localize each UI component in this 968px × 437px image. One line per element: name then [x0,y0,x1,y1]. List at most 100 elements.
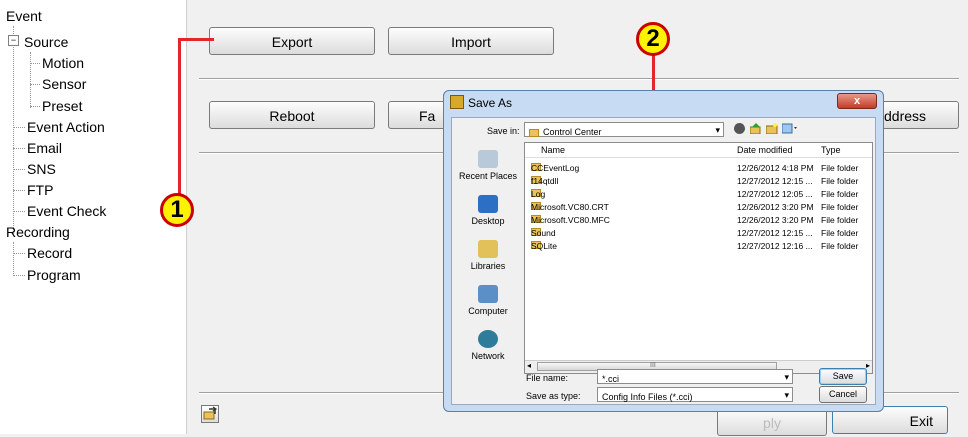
callout-badge-1: 1 [160,193,194,227]
place-label: Computer [468,306,508,316]
dialog-title: Save As [468,96,513,110]
tree-connector [30,106,40,107]
file-type: File folder [821,215,859,225]
callout-connector [178,38,181,198]
libraries-icon [478,240,498,258]
place-libraries[interactable]: Libraries [456,240,520,271]
file-name: Sound [531,228,556,238]
column-header-date[interactable]: Date modified [737,145,793,155]
tree-item-event-action[interactable]: Event Action [27,119,105,135]
column-header-type[interactable]: Type [821,145,841,155]
file-name-label: File name: [526,373,569,383]
address-button[interactable]: ddress [875,101,959,129]
tree-item-event[interactable]: Event [6,8,42,24]
tree-item-motion[interactable]: Motion [42,55,84,71]
tree-item-ftp[interactable]: FTP [27,182,53,198]
file-date: 12/27/2012 12:16 ... [737,241,813,251]
tree-item-sensor[interactable]: Sensor [42,76,86,92]
place-computer[interactable]: Computer [456,285,520,316]
table-row[interactable]: Microsoft.VC80.MFC 12/26/2012 3:20 PM Fi… [525,215,872,227]
file-name: SQLite [531,241,557,251]
export-button[interactable]: Export [209,27,375,55]
table-row[interactable]: Sound 12/27/2012 12:15 ... File folder [525,228,872,240]
scroll-left-icon[interactable]: ◂ [527,361,531,370]
up-folder-icon[interactable] [749,123,762,135]
tree-item-sns[interactable]: SNS [27,161,56,177]
tree-item-source[interactable]: Source [24,34,68,50]
save-in-dropdown[interactable]: Control Center ▾ [524,122,724,137]
file-type: File folder [821,189,859,199]
place-label: Desktop [471,216,505,226]
table-row[interactable]: Microsoft.VC80.CRT 12/26/2012 3:20 PM Fi… [525,202,872,214]
save-as-type-label: Save as type: [526,391,581,401]
tree-connector [13,148,25,149]
file-type: File folder [821,241,859,251]
tree-connector [13,253,25,254]
callout-badge-2: 2 [636,22,670,56]
save-in-label: Save in: [487,126,520,136]
save-as-dialog: Save As x Save in: Control Center ▾ Rece… [443,90,884,412]
import-button[interactable]: Import [388,27,554,55]
file-name-input[interactable]: *.cci ▾ [597,369,793,384]
file-name-value: *.cci [602,374,620,384]
network-icon [478,330,498,348]
tree-connector [13,26,14,234]
cancel-button[interactable]: Cancel [819,386,867,403]
file-type: File folder [821,228,859,238]
app-icon [450,95,464,109]
tree-connector [13,190,25,191]
place-label: Libraries [470,261,506,271]
open-folder-icon[interactable] [201,405,219,423]
recent-places-icon [478,150,498,168]
save-in-value: Control Center [543,127,602,137]
new-folder-icon[interactable] [765,123,778,135]
separator [199,78,959,80]
save-button[interactable]: Save [819,368,867,385]
places-bar: Recent Places Desktop Libraries Computer… [456,142,520,367]
dialog-body: Save in: Control Center ▾ Recent Places … [451,117,876,405]
tree-connector [30,52,31,108]
tree-connector [13,275,25,276]
tree-item-event-check[interactable]: Event Check [27,203,106,219]
file-name: Log [531,189,546,199]
file-list[interactable]: Name Date modified Type CCEventLog 12/26… [524,142,873,374]
file-type: File folder [821,163,859,173]
folder-icon [529,128,539,137]
tree-item-recording[interactable]: Recording [6,224,70,240]
close-icon[interactable]: x [837,93,877,109]
place-recent-places[interactable]: Recent Places [456,150,520,181]
back-icon[interactable] [734,123,745,134]
tree-connector [30,84,40,85]
apply-button[interactable]: ply [717,408,827,436]
tree-item-program[interactable]: Program [27,267,81,283]
chevron-down-icon: ▾ [715,125,720,135]
file-date: 12/26/2012 4:18 PM [737,163,814,173]
tree-connector [30,63,40,64]
table-row[interactable]: CCEventLog 12/26/2012 4:18 PM File folde… [525,163,872,175]
place-network[interactable]: Network [456,330,520,361]
dialog-titlebar[interactable]: Save As x [444,91,883,115]
table-row[interactable]: SQLite 12/27/2012 12:16 ... File folder [525,241,872,253]
tree-item-preset[interactable]: Preset [42,98,82,114]
table-row[interactable]: f14qtdll 12/27/2012 12:15 ... File folde… [525,176,872,188]
table-row[interactable]: Log 12/27/2012 12:05 ... File folder [525,189,872,201]
chevron-down-icon: ▾ [784,372,789,382]
save-as-type-dropdown[interactable]: Config Info Files (*.cci) ▾ [597,387,793,402]
desktop-icon [478,195,498,213]
save-as-type-value: Config Info Files (*.cci) [602,392,693,402]
reboot-button[interactable]: Reboot [209,101,375,129]
scroll-grip: III [650,362,656,369]
column-header-name[interactable]: Name [541,145,565,155]
view-menu-icon[interactable] [781,123,798,134]
collapse-icon[interactable]: − [8,35,19,46]
callout-connector [178,38,214,41]
tree-connector [13,127,25,128]
computer-icon [478,285,498,303]
file-date: 12/27/2012 12:05 ... [737,189,813,199]
place-desktop[interactable]: Desktop [456,195,520,226]
tree-item-record[interactable]: Record [27,245,72,261]
tree-item-email[interactable]: Email [27,140,62,156]
file-name: CCEventLog [531,163,580,173]
file-name: Microsoft.VC80.CRT [531,202,609,212]
place-label: Recent Places [458,171,518,181]
